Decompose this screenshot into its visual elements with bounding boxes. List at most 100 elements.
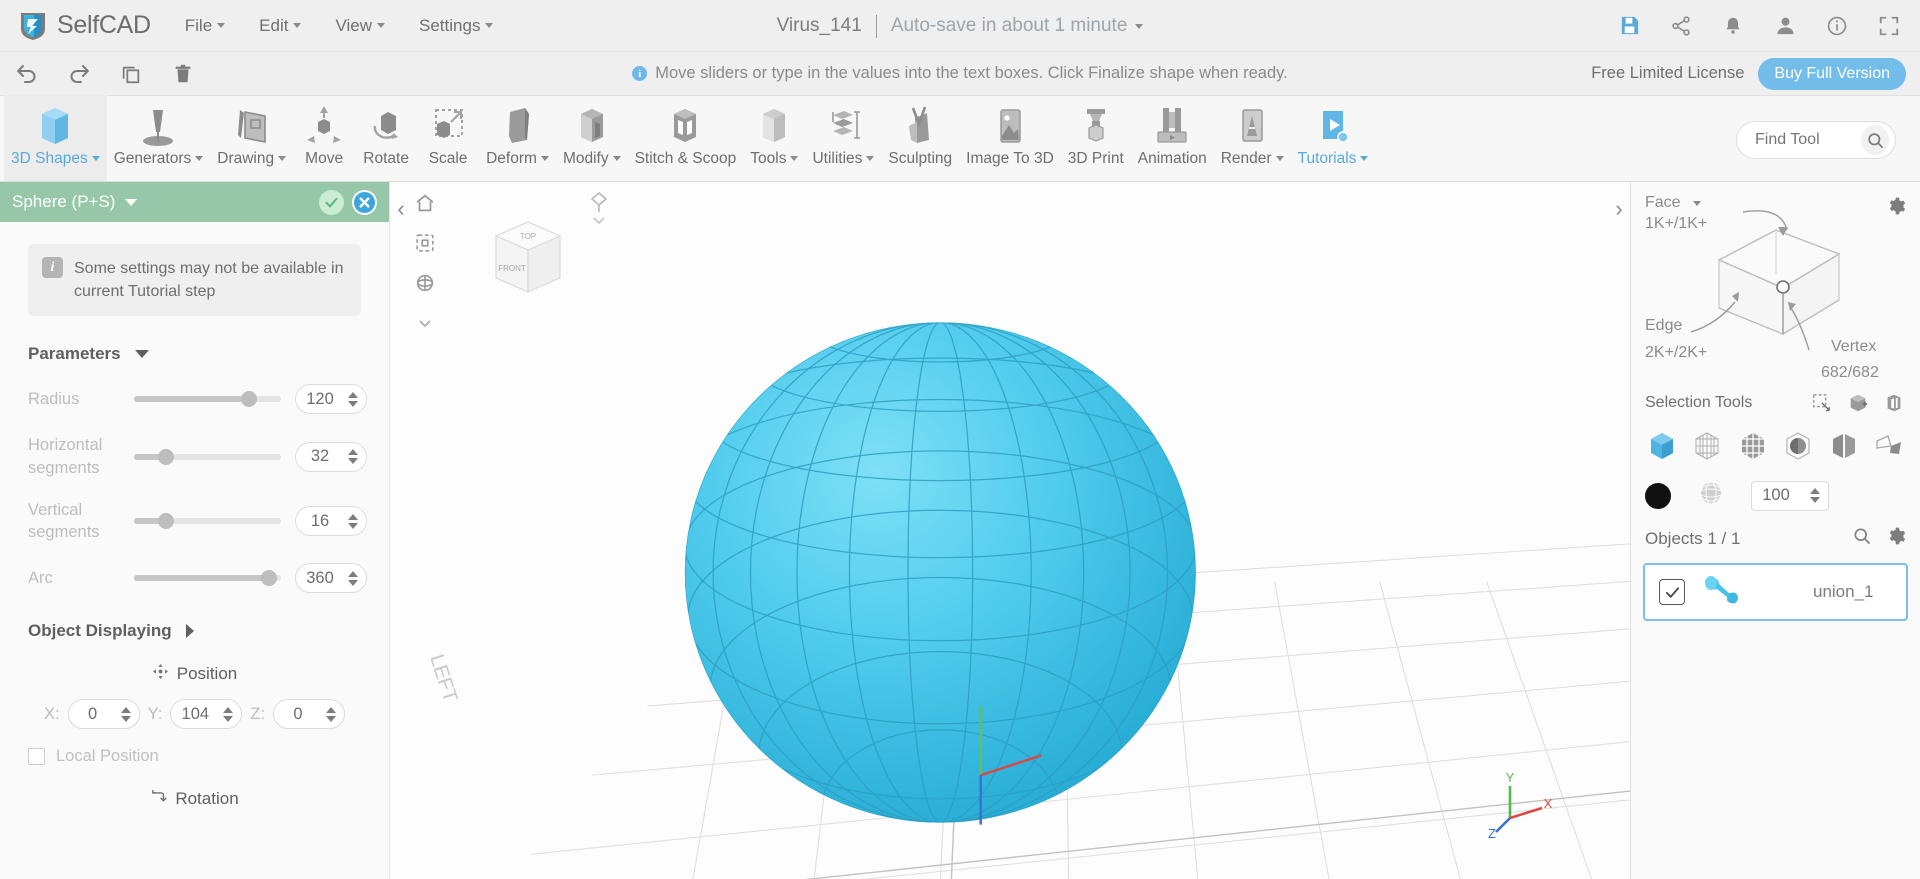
fullscreen-icon[interactable]	[1876, 13, 1902, 39]
undo-icon[interactable]	[14, 61, 40, 87]
save-icon[interactable]	[1616, 13, 1642, 39]
spinner-arrows[interactable]	[348, 449, 358, 465]
position-y-spinner[interactable]	[170, 699, 243, 730]
position-y-input[interactable]	[175, 704, 216, 724]
list-item[interactable]: union_1	[1643, 563, 1908, 621]
tool-render[interactable]: Render	[1214, 95, 1291, 181]
copy-icon[interactable]	[118, 61, 144, 87]
edge-mode-icon[interactable]	[1827, 429, 1861, 463]
spinner-arrows[interactable]	[120, 706, 131, 722]
tool-sculpting[interactable]: Sculpting	[881, 95, 959, 181]
spinner-arrows[interactable]	[223, 706, 234, 722]
tool-modify[interactable]: Modify	[556, 95, 628, 181]
collapse-left-panel-button[interactable]: ‹	[390, 192, 412, 226]
tool-utilities[interactable]: Utilities	[805, 95, 881, 181]
collapse-right-panel-button[interactable]: ›	[1608, 192, 1630, 226]
tool-generators[interactable]: Generators	[107, 95, 211, 181]
find-tool-search[interactable]	[1736, 121, 1896, 159]
home-icon[interactable]	[412, 190, 438, 216]
search-icon[interactable]	[1852, 526, 1872, 551]
viewport-pivot-icon[interactable]	[586, 190, 612, 237]
spinner-down-icon[interactable]	[1810, 497, 1820, 503]
spinner-up-icon[interactable]	[1810, 488, 1820, 494]
edge-mode-label[interactable]: Edge	[1645, 317, 1682, 335]
tool-deform[interactable]: Deform	[479, 95, 556, 181]
spinner-down-icon[interactable]	[348, 400, 358, 407]
tool-scale[interactable]: Scale	[417, 95, 479, 181]
3d-viewport[interactable]: ‹ › TOP FRONT LEFT Y X Z	[390, 182, 1630, 879]
frame-selection-icon[interactable]	[412, 230, 438, 256]
brush-color-swatch[interactable]	[1645, 482, 1671, 509]
orbit-icon[interactable]	[412, 270, 438, 296]
spinner-vertical-segments[interactable]	[295, 506, 367, 537]
world-axis-gizmo[interactable]: Y X Z	[1488, 770, 1558, 845]
object-displaying-header[interactable]: Object Displaying	[28, 621, 389, 641]
rect-select-icon[interactable]	[1810, 391, 1834, 415]
spinner-up-icon[interactable]	[348, 391, 358, 398]
object-mode-icon[interactable]	[1645, 429, 1679, 463]
trash-icon[interactable]	[170, 61, 196, 87]
spinner-arrows[interactable]	[348, 513, 358, 529]
spinner-down-icon[interactable]	[325, 715, 336, 722]
brand-logo[interactable]: SelfCAD	[18, 10, 151, 42]
tool-move[interactable]: Move	[293, 95, 355, 181]
position-z-input[interactable]	[277, 704, 318, 724]
spinner-up-icon[interactable]	[348, 449, 358, 456]
tool-stitch-scoop[interactable]: Stitch & Scoop	[628, 95, 744, 181]
menu-file[interactable]: File	[185, 16, 226, 36]
tool-3d-shapes[interactable]: 3D Shapes	[4, 95, 107, 181]
wireframe-mode-icon[interactable]	[1690, 429, 1724, 463]
local-position-checkbox[interactable]	[28, 748, 45, 766]
tool-drawing[interactable]: Drawing	[210, 95, 293, 181]
vertex-mode-label[interactable]: Vertex	[1831, 338, 1876, 356]
find-tool-input[interactable]	[1755, 131, 1855, 149]
menu-settings[interactable]: Settings	[419, 16, 494, 36]
sphere-select-icon[interactable]	[1781, 429, 1815, 463]
spinner-up-icon[interactable]	[348, 513, 358, 520]
face-mode-icon[interactable]	[1736, 429, 1770, 463]
local-position-row[interactable]: Local Position	[28, 747, 389, 766]
horizontal-segments-input[interactable]	[300, 447, 340, 467]
slider-arc[interactable]	[134, 570, 281, 587]
spinner-arrows[interactable]	[348, 391, 358, 407]
tool-rotate[interactable]: Rotate	[355, 95, 417, 181]
spinner-up-icon[interactable]	[120, 706, 131, 713]
tool-image-to-3d[interactable]: Image To 3D	[959, 95, 1061, 181]
object-visibility-checkbox[interactable]	[1659, 579, 1685, 605]
brush-size-input[interactable]	[1756, 486, 1796, 505]
spinner-up-icon[interactable]	[325, 706, 336, 713]
arc-input[interactable]	[300, 568, 340, 588]
spinner-horizontal-segments[interactable]	[295, 441, 367, 472]
spinner-down-icon[interactable]	[348, 458, 358, 465]
spinner-arrows[interactable]	[348, 570, 358, 586]
spinner-down-icon[interactable]	[120, 715, 131, 722]
spinner-down-icon[interactable]	[223, 715, 234, 722]
share-icon[interactable]	[1668, 13, 1694, 39]
position-x-input[interactable]	[72, 704, 113, 724]
buy-full-version-button[interactable]: Buy Full Version	[1758, 57, 1906, 90]
notifications-icon[interactable]	[1720, 13, 1746, 39]
slider-horizontal-segments[interactable]	[134, 448, 281, 465]
spinner-up-icon[interactable]	[223, 706, 234, 713]
spinner-radius[interactable]	[295, 384, 367, 415]
view-cube[interactable]: TOP FRONT	[466, 196, 586, 321]
check-icon[interactable]	[319, 189, 344, 215]
slider-radius[interactable]	[134, 391, 281, 408]
polygon-mode-icon[interactable]	[1872, 429, 1906, 463]
position-z-spinner[interactable]	[272, 699, 345, 730]
redo-icon[interactable]	[66, 61, 92, 87]
help-icon[interactable]	[1824, 13, 1850, 39]
tool-3d-print[interactable]: 3D Print	[1061, 95, 1131, 181]
tool-tools[interactable]: Tools	[743, 95, 805, 181]
radius-input[interactable]	[300, 389, 340, 409]
spinner-arrows[interactable]	[325, 706, 336, 722]
search-icon[interactable]	[1861, 125, 1889, 155]
spinner-down-icon[interactable]	[348, 522, 358, 529]
spinner-up-icon[interactable]	[348, 570, 358, 577]
tool-animation[interactable]: Animation	[1131, 95, 1214, 181]
close-icon[interactable]	[352, 189, 377, 215]
slider-vertical-segments[interactable]	[134, 513, 281, 530]
account-icon[interactable]	[1772, 13, 1798, 39]
add-select-icon[interactable]	[1846, 391, 1870, 415]
spinner-down-icon[interactable]	[348, 579, 358, 586]
